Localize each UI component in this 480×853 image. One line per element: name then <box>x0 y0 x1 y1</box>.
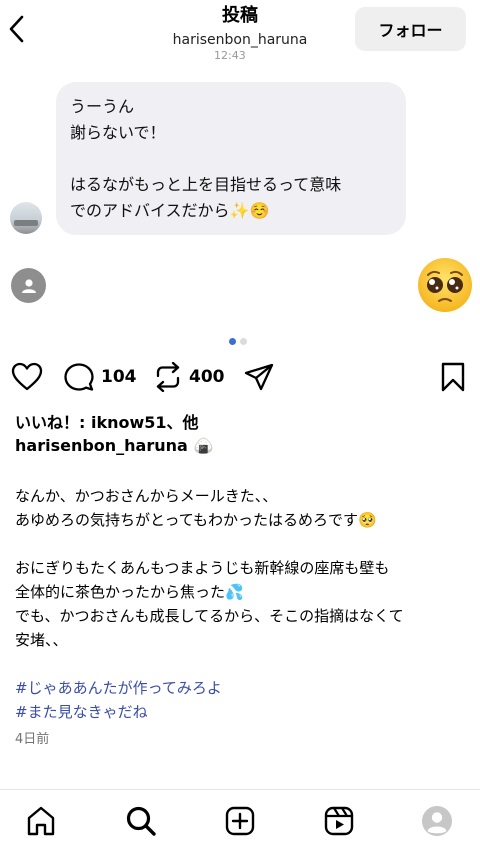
carousel-indicator <box>229 338 247 345</box>
follow-button[interactable]: フォロー <box>355 7 466 51</box>
nav-create-button[interactable] <box>223 804 257 838</box>
save-button[interactable] <box>440 362 466 392</box>
comment-bubble-icon <box>64 363 94 391</box>
caption-line: おにぎりもたくあんもつまようじも新幹線の座席も壁も <box>15 559 390 577</box>
hashtag-link[interactable]: #また見なきゃだね <box>15 700 470 724</box>
profile-icon <box>422 806 452 836</box>
bubble-line: うーうん <box>70 97 135 116</box>
comment-button[interactable]: 104 <box>64 362 137 392</box>
header-username[interactable]: harisenbon_haruna <box>100 30 380 50</box>
carousel-dot-active <box>229 338 236 345</box>
chevron-left-icon <box>9 15 24 43</box>
repost-icon <box>156 362 180 392</box>
carousel-dot <box>240 338 247 345</box>
pleading-face-icon <box>418 258 472 312</box>
caption-author-line: harisenbon_haruna 🍙 <box>15 436 214 455</box>
page-title: 投稿 <box>222 5 258 26</box>
person-icon <box>21 278 36 293</box>
caption-text: なんか、かつおさんからメールきた、、 あゆめろの気持ちがとってもわかったはるめろ… <box>15 484 470 724</box>
caption-line <box>15 652 470 676</box>
default-avatar <box>11 268 46 303</box>
repost-button[interactable]: 400 <box>154 362 225 392</box>
nav-profile-button[interactable] <box>420 804 454 838</box>
bubble-line <box>70 146 392 172</box>
chat-bubble: うーうん 謝らないで！ はるながもっと上を目指せるって意味 でのアドバイスだから… <box>56 82 406 235</box>
bubble-line: 謝らないで！ <box>70 123 166 142</box>
onigiri-emoji: 🍙 <box>193 436 214 455</box>
reels-icon <box>324 806 354 836</box>
sender-avatar <box>10 202 42 234</box>
comment-count: 104 <box>101 367 137 387</box>
nav-reels-button[interactable] <box>322 804 356 838</box>
post-date: 4日前 <box>15 732 50 747</box>
back-button[interactable] <box>2 12 32 46</box>
caption-line: 安堵、、 <box>15 631 68 649</box>
caption-line: でも、かつおさんも成長してるから、そこの指摘はなくて <box>15 607 404 625</box>
bookmark-icon <box>441 362 465 392</box>
caption-line: あゆめろの気持ちがとってもわかったはるめろです🥺 <box>15 511 377 529</box>
share-button[interactable] <box>244 362 274 392</box>
create-icon <box>225 806 255 836</box>
header-titles: 投稿 harisenbon_haruna <box>100 4 380 50</box>
bubble-line: はるながもっと上を目指せるって意味 <box>70 175 342 194</box>
action-bar: 104 400 <box>0 358 480 398</box>
repost-count: 400 <box>189 367 225 387</box>
caption-line <box>15 532 470 556</box>
nav-home-button[interactable] <box>24 804 58 838</box>
hashtag-link[interactable]: #じゃああんたが作ってみろよ <box>15 676 470 700</box>
like-button[interactable] <box>11 362 43 392</box>
caption-author[interactable]: harisenbon_haruna <box>15 436 188 455</box>
home-icon <box>27 806 55 836</box>
post-media[interactable]: うーうん 謝らないで！ はるながもっと上を目指せるって意味 でのアドバイスだから… <box>0 60 480 350</box>
caption-line: 全体的に茶色かったから焦った💦 <box>15 583 244 601</box>
send-icon <box>244 363 274 391</box>
nav-search-button[interactable] <box>124 804 158 838</box>
caption-line: なんか、かつおさんからメールきた、、 <box>15 487 278 505</box>
search-icon <box>126 806 156 836</box>
top-header: 投稿 harisenbon_haruna フォロー 12:43 <box>0 0 480 61</box>
heart-icon <box>11 362 43 391</box>
likes-summary[interactable]: いいね！: iknow51、他 <box>15 409 199 433</box>
bottom-nav <box>0 789 480 853</box>
bubble-line: でのアドバイスだから✨☺️ <box>70 201 270 220</box>
